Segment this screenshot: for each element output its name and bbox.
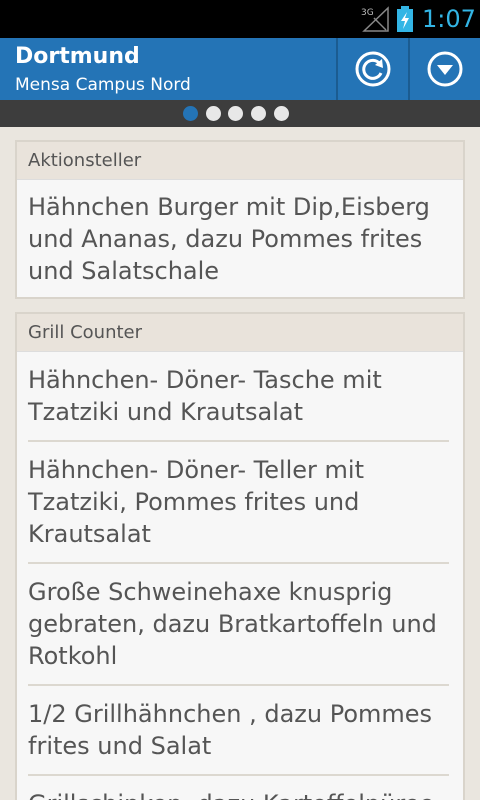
menu-item[interactable]: Hähnchen Burger mit Dip,Eisberg und Anan… — [28, 180, 449, 297]
action-bar: Dortmund Mensa Campus Nord — [0, 38, 480, 100]
location-title: Dortmund — [15, 44, 140, 69]
menu-item[interactable]: Große Schweinehaxe knusprig gebraten, da… — [28, 564, 449, 686]
dropdown-circle-icon — [427, 51, 463, 87]
clock: 1:07 — [422, 5, 476, 33]
menu-section-card: Grill Counter Hähnchen- Döner- Tasche mi… — [15, 312, 465, 800]
page-dot-4[interactable] — [251, 106, 266, 121]
menu-section-card: Aktionsteller Hähnchen Burger mit Dip,Ei… — [15, 140, 465, 299]
page-dot-2[interactable] — [206, 106, 221, 121]
battery-icon — [397, 6, 413, 32]
page-dot-3[interactable] — [228, 106, 243, 121]
menu-item[interactable]: Grillschinken, dazu Kartoffelpüree — [28, 776, 449, 800]
menu-dropdown-button[interactable] — [410, 38, 480, 100]
page-indicator — [0, 100, 480, 127]
section-header: Aktionsteller — [17, 142, 463, 180]
menu-item[interactable]: 1/2 Grillhähnchen , dazu Pommes frites u… — [28, 686, 449, 776]
page-dot-1[interactable] — [183, 106, 198, 121]
page-dot-5[interactable] — [274, 106, 289, 121]
menu-item[interactable]: Hähnchen- Döner- Teller mit Tzatziki, Po… — [28, 442, 449, 564]
refresh-button[interactable] — [338, 38, 408, 100]
signal-icon: 3G — [361, 6, 389, 32]
refresh-icon — [355, 51, 391, 87]
status-bar: 3G 1:07 — [0, 0, 480, 38]
section-header: Grill Counter — [17, 314, 463, 352]
menu-item[interactable]: Hähnchen- Döner- Tasche mit Tzatziki und… — [28, 352, 449, 442]
network-type-label: 3G — [361, 8, 374, 18]
canteen-subtitle: Mensa Campus Nord — [15, 75, 191, 95]
